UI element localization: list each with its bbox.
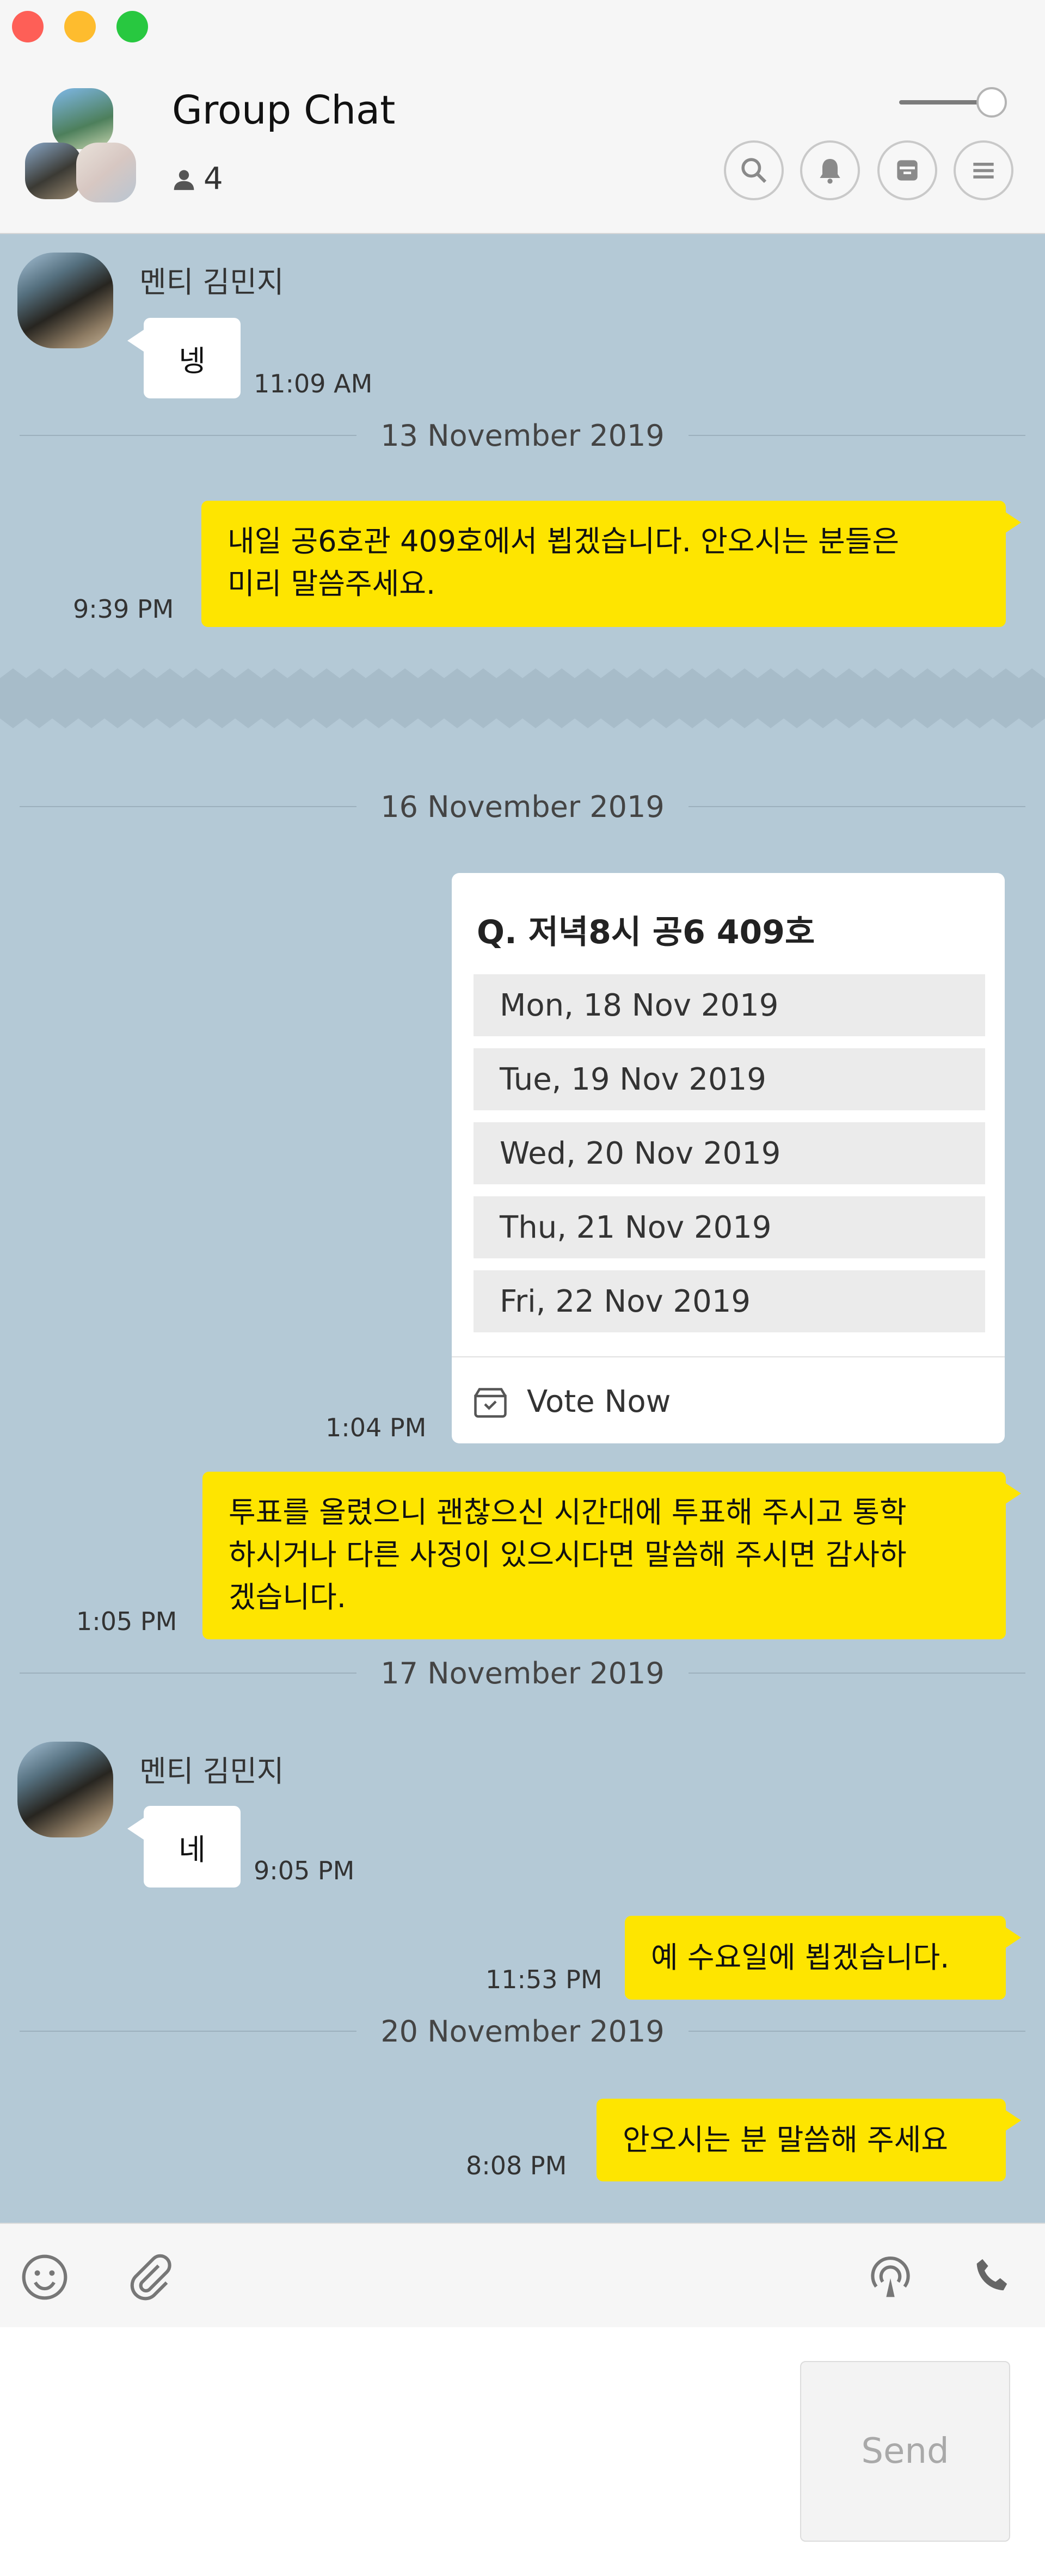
bubble-tail <box>1005 1483 1021 1504</box>
vote-now-label: Vote Now <box>527 1384 671 1419</box>
airdrop-icon <box>871 2257 910 2297</box>
message-bubble[interactable]: 네 <box>144 1806 241 1888</box>
sender-name: 멘티 김민지 <box>139 265 284 299</box>
date-divider-label: 13 November 2019 <box>380 418 665 453</box>
date-divider-label: 17 November 2019 <box>380 1656 665 1690</box>
date-divider-label: 16 November 2019 <box>380 789 665 824</box>
group-avatar-1 <box>52 88 113 149</box>
chat-drawer-button[interactable] <box>877 140 937 200</box>
message-time: 9:05 PM <box>254 1856 355 1885</box>
message-time: 11:09 AM <box>254 369 373 398</box>
group-avatar-3 <box>76 143 136 202</box>
composer: Send <box>0 2327 1045 2576</box>
vote-option[interactable]: Thu, 21 Nov 2019 <box>474 1196 985 1258</box>
message-time: 9:39 PM <box>73 594 174 624</box>
bubble-tail <box>127 1818 144 1840</box>
date-divider: 17 November 2019 <box>20 1656 1026 1690</box>
message-line: 겠습니다. <box>229 1580 346 1614</box>
phone-icon <box>976 2259 1007 2291</box>
date-divider-label: 20 November 2019 <box>380 2014 665 2049</box>
history-break-zigzag <box>0 668 1045 728</box>
message-line: 하시거나 다른 사정이 있으시다면 말씀해 주시면 감사하 <box>229 1538 907 1572</box>
ballot-box-icon <box>474 1388 507 1418</box>
message-bubble[interactable]: 내일 공6호관 409호에서 뵙겠습니다. 안오시는 분들은 미리 말씀주세요. <box>201 501 1006 627</box>
vote-question: Q. 저녁8시 공6 409호 <box>477 913 815 951</box>
message-time: 1:04 PM <box>325 1413 427 1442</box>
group-avatar-2 <box>25 143 82 199</box>
notification-button[interactable] <box>800 140 860 200</box>
vote-card[interactable]: Q. 저녁8시 공6 409호 Mon, 18 Nov 2019 Tue, 19… <box>452 873 1005 1443</box>
search-icon <box>741 158 767 183</box>
message-input[interactable] <box>22 2349 780 2558</box>
date-divider: 20 November 2019 <box>20 2014 1026 2049</box>
member-count[interactable]: 4 <box>172 161 223 196</box>
font-size-slider-thumb[interactable] <box>976 87 1007 118</box>
menu-icon <box>973 163 994 179</box>
vote-option[interactable]: Tue, 19 Nov 2019 <box>474 1048 985 1110</box>
message-time: 11:53 PM <box>485 1965 603 1994</box>
vote-now-button[interactable]: Vote Now <box>471 1372 671 1431</box>
attach-file-button[interactable] <box>122 2250 176 2304</box>
sender-name: 멘티 김민지 <box>139 1754 284 1788</box>
emoji-button[interactable] <box>17 2250 72 2304</box>
menu-button[interactable] <box>954 140 1013 200</box>
message-bubble[interactable]: 넹 <box>144 318 241 398</box>
close-window-button[interactable] <box>12 11 44 42</box>
composer-toolbar <box>0 2223 1045 2328</box>
vote-option[interactable]: Mon, 18 Nov 2019 <box>474 974 985 1036</box>
bubble-tail <box>1005 512 1021 533</box>
member-count-value: 4 <box>204 161 223 196</box>
search-button[interactable] <box>724 140 784 200</box>
vote-divider <box>452 1356 1005 1357</box>
font-size-slider-track[interactable] <box>899 100 986 104</box>
bubble-tail <box>1005 2110 1021 2131</box>
call-button[interactable] <box>966 2250 1020 2304</box>
message-line: 미리 말씀주세요. <box>228 567 436 601</box>
send-button[interactable]: Send <box>800 2361 1010 2542</box>
minimize-window-button[interactable] <box>64 11 96 42</box>
message-line: 투표를 올렸으니 괜찮으신 시간대에 투표해 주시고 통학 <box>229 1495 907 1529</box>
sender-avatar[interactable] <box>17 1742 113 1837</box>
person-icon <box>174 170 194 190</box>
archive-icon <box>897 160 918 181</box>
bell-icon <box>820 159 840 184</box>
paperclip-icon <box>130 2254 171 2301</box>
share-button[interactable] <box>863 2250 918 2304</box>
message-time: 8:08 PM <box>466 2151 567 2180</box>
maximize-window-button[interactable] <box>116 11 148 42</box>
message-bubble[interactable]: 예 수요일에 뵙겠습니다. <box>625 1916 1006 2000</box>
vote-option[interactable]: Wed, 20 Nov 2019 <box>474 1122 985 1184</box>
message-time: 1:05 PM <box>76 1607 177 1636</box>
chat-header: Group Chat 4 <box>0 0 1045 234</box>
message-bubble[interactable]: 투표를 올렸으니 괜찮으신 시간대에 투표해 주시고 통학 하시거나 다른 사정… <box>202 1472 1006 1639</box>
sender-avatar[interactable] <box>17 253 113 348</box>
vote-option[interactable]: Fri, 22 Nov 2019 <box>474 1270 985 1332</box>
bubble-tail <box>1005 1927 1021 1948</box>
chat-title: Group Chat <box>172 87 396 133</box>
date-divider: 16 November 2019 <box>20 789 1026 824</box>
message-bubble[interactable]: 안오시는 분 말씀해 주세요 <box>597 2099 1006 2181</box>
emoji-icon <box>22 2254 67 2300</box>
date-divider: 13 November 2019 <box>20 418 1026 453</box>
bubble-tail <box>127 330 144 352</box>
message-line: 내일 공6호관 409호에서 뵙겠습니다. 안오시는 분들은 <box>228 524 900 558</box>
